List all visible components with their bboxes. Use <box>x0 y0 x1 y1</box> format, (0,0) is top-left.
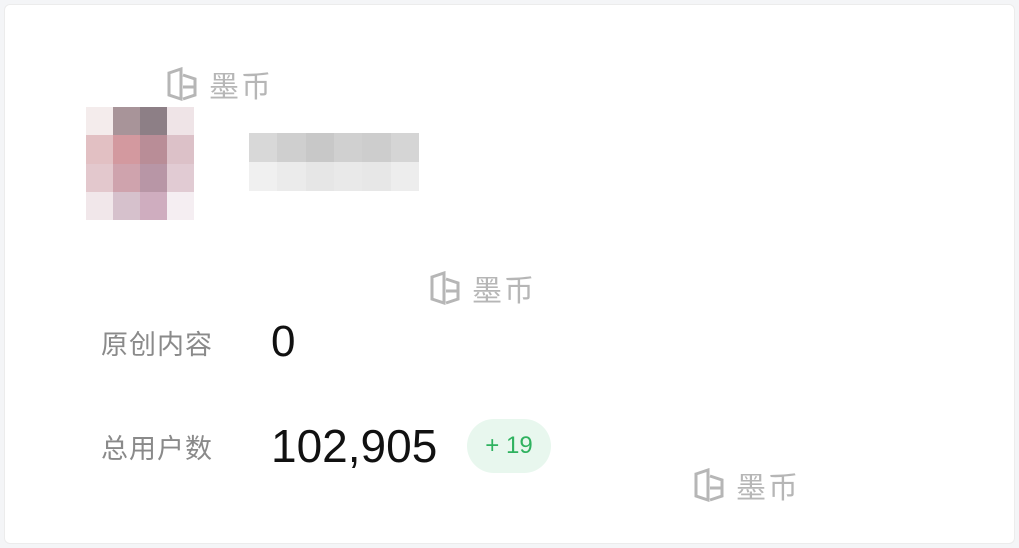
avatar-pixel <box>113 135 140 164</box>
watermark-text: 墨币 <box>736 472 800 505</box>
logo-icon <box>167 67 197 101</box>
name-pixel <box>390 162 419 191</box>
avatar-pixel <box>194 107 221 136</box>
watermark: 墨币 <box>165 62 273 106</box>
watermark-text: 墨币 <box>472 275 536 308</box>
name-pixel <box>390 133 419 162</box>
name-pixel <box>362 133 391 162</box>
avatar-pixel <box>194 191 221 220</box>
stat-row-original-content: 原创内容 0 <box>101 317 295 367</box>
name-pixel <box>277 162 306 191</box>
original-content-value: 0 <box>271 317 296 366</box>
original-content-label: 原创内容 <box>101 329 213 360</box>
avatar[interactable] <box>86 107 221 220</box>
avatar-pixel <box>140 191 167 220</box>
avatar-pixel <box>86 135 113 164</box>
total-users-label: 总用户数 <box>101 433 213 464</box>
name-pixel <box>333 162 363 191</box>
page: 原创内容 0 总用户数 102,905 + 19 墨币 墨币 墨币 <box>0 0 1019 548</box>
total-users-value: 102,905 <box>271 420 438 472</box>
avatar-pixel <box>140 163 167 192</box>
name-pixel <box>305 162 334 191</box>
stat-row-total-users: 总用户数 102,905 + 19 <box>101 419 551 473</box>
avatar-pixel <box>86 191 113 220</box>
avatar-pixel <box>86 107 113 136</box>
avatar-pixel <box>140 135 167 164</box>
avatar-pixel <box>140 107 167 136</box>
watermark: 墨币 <box>692 463 800 507</box>
avatar-pixel <box>113 107 140 136</box>
logo-icon <box>694 468 724 502</box>
total-users-delta-badge: + 19 <box>467 419 551 473</box>
avatar-pixel <box>167 191 194 220</box>
name-pixel <box>333 133 363 162</box>
name-pixel <box>249 162 278 191</box>
logo-icon <box>430 271 460 305</box>
name-pixel <box>277 133 306 162</box>
watermark-text: 墨币 <box>209 71 273 104</box>
name-pixel <box>305 133 334 162</box>
avatar-pixel <box>167 107 194 136</box>
avatar-pixel <box>113 191 140 220</box>
account-name-pixelated[interactable] <box>249 133 419 191</box>
avatar-pixel <box>194 135 221 164</box>
avatar-pixel <box>167 163 194 192</box>
avatar-pixel <box>194 163 221 192</box>
avatar-pixel <box>167 135 194 164</box>
avatar-pixel <box>86 163 113 192</box>
name-pixel <box>249 133 278 162</box>
name-pixel <box>362 162 391 191</box>
watermark: 墨币 <box>428 266 536 310</box>
avatar-pixel <box>113 163 140 192</box>
